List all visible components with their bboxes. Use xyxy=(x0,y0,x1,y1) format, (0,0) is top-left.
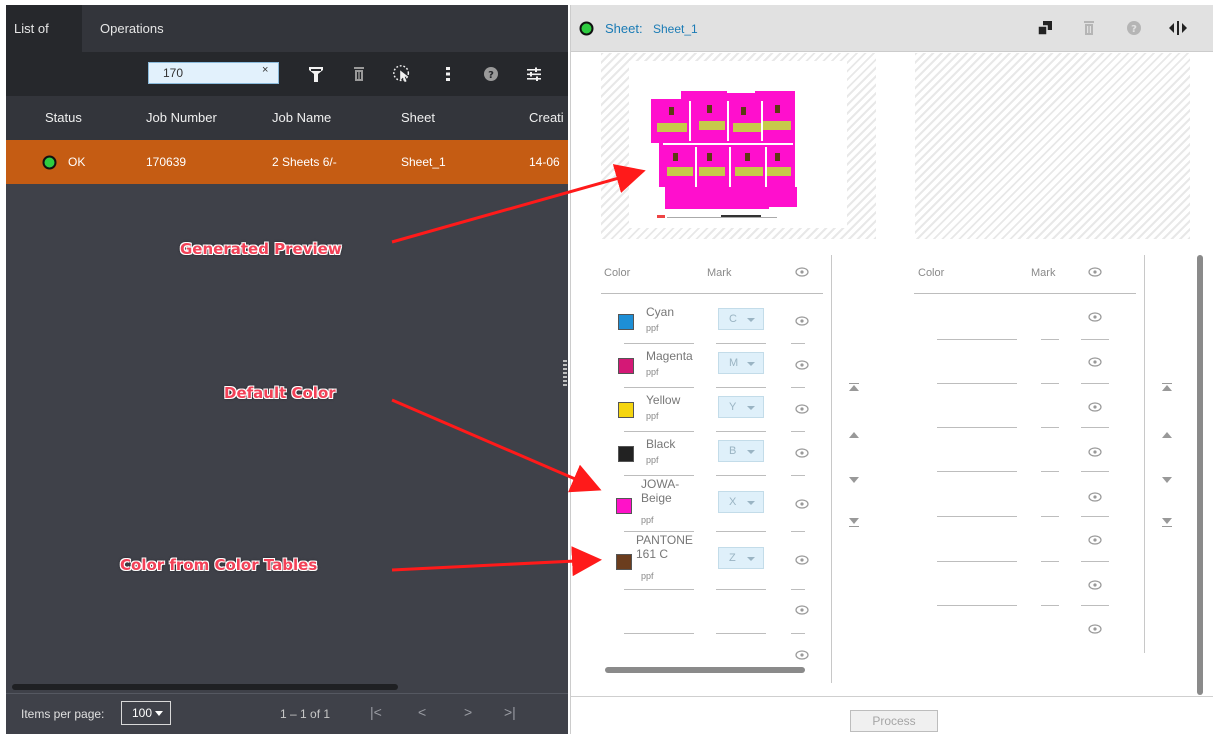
annotation-color-tables: Color from Color Tables xyxy=(120,556,318,574)
arrow-generated-preview xyxy=(391,164,646,244)
arrow-default-color xyxy=(391,398,602,493)
annotation-default-color: Default Color xyxy=(224,384,336,402)
annotation-arrows xyxy=(391,164,646,577)
arrow-color-tables xyxy=(391,546,602,577)
annotation-generated-preview: Generated Preview xyxy=(180,240,342,258)
